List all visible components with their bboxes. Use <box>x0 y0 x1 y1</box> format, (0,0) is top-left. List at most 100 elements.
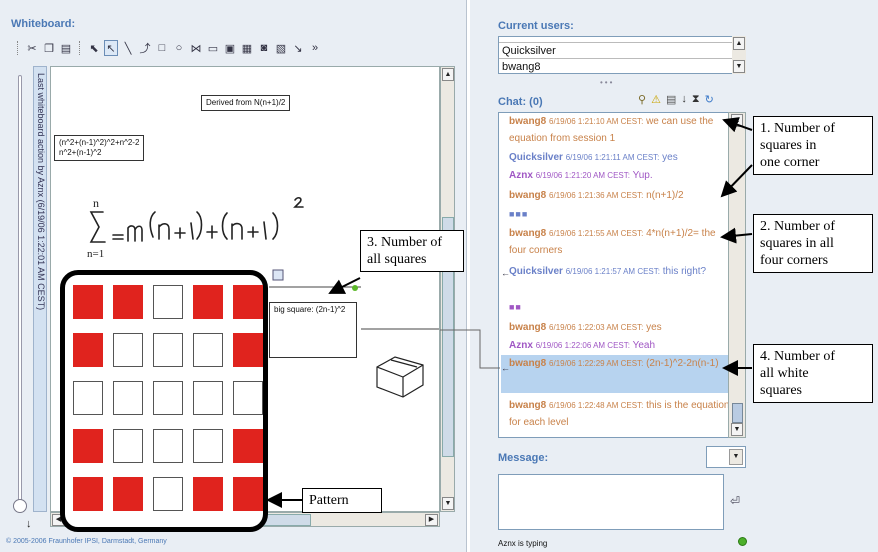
scroll-down-icon[interactable]: ▼ <box>442 497 454 510</box>
ellipse-icon[interactable]: ○ <box>172 40 186 56</box>
derived-textbox[interactable]: Derived from N(n+1)/2 <box>201 95 291 111</box>
chat-author: bwang8 <box>509 228 547 239</box>
white-square[interactable] <box>153 429 183 463</box>
big-square-textbox[interactable]: big square: (2n-1)^2 <box>269 302 357 358</box>
annotation-line: all squares <box>367 252 427 267</box>
chat-message: bwang8 6/19/06 1:21:36 AM CEST: n(n+1)/2 <box>509 187 735 204</box>
textbox-icon[interactable]: ▭ <box>206 40 220 56</box>
chat-timestamp: 6/19/06 1:21:11 AM CEST: <box>565 153 660 162</box>
connector-icon[interactable]: ⤴ <box>138 40 152 56</box>
search-icon[interactable]: ⚲ <box>638 93 646 106</box>
group-icon[interactable]: ⋈ <box>189 40 203 56</box>
rectangle-icon[interactable]: □ <box>155 40 169 56</box>
whiteboard-ref-marker[interactable]: ■■■ <box>509 209 528 219</box>
red-square[interactable] <box>233 285 263 319</box>
red-square[interactable] <box>113 477 143 511</box>
download-icon[interactable]: ↓ <box>681 93 687 106</box>
red-square[interactable] <box>233 477 263 511</box>
users-scrollbar[interactable]: ▲ ▼ <box>732 36 746 74</box>
chat-text: (2n-1)^2-2n(n-1) <box>646 358 719 369</box>
annotation-line: Pattern <box>309 493 349 508</box>
chat-text: yes <box>646 322 662 333</box>
properties-icon[interactable]: ▧ <box>274 40 288 56</box>
scroll-up-icon[interactable]: ▲ <box>731 114 743 127</box>
panel-divider[interactable]: ••• <box>600 78 614 87</box>
toolbar-separator <box>79 41 81 55</box>
scrollbar-thumb[interactable] <box>732 403 743 423</box>
red-square[interactable] <box>73 477 103 511</box>
more-icon[interactable]: » <box>308 40 322 56</box>
arrow-down-icon[interactable]: ↓ <box>26 518 32 530</box>
refresh-icon[interactable]: ↻ <box>705 93 714 106</box>
chat-timestamp: 6/19/06 1:21:57 AM CEST: <box>565 267 660 276</box>
red-square[interactable] <box>73 333 103 367</box>
whiteboard-vertical-scrollbar[interactable]: ▲ ▼ <box>440 66 455 512</box>
resize-handle[interactable] <box>272 269 284 281</box>
handwritten-formula <box>89 197 304 243</box>
camera-icon[interactable]: ◙ <box>257 40 271 56</box>
white-square[interactable] <box>193 333 223 367</box>
annotation-line: 4. Number of <box>760 349 836 364</box>
zoom-slider[interactable] <box>12 75 28 515</box>
chat-message-selected[interactable]: bwang8 6/19/06 1:22:29 AM CEST: (2n-1)^2… <box>501 355 745 393</box>
annotation-one-corner: 1. Number of squares in one corner <box>753 116 873 175</box>
white-square[interactable] <box>193 429 223 463</box>
print-icon[interactable]: ▤ <box>666 93 676 106</box>
pointer-icon[interactable]: ↖ <box>104 40 118 56</box>
hourglass-icon[interactable]: ⧗ <box>692 93 700 106</box>
calendar-icon[interactable]: ▦ <box>240 40 254 56</box>
whiteboard-ref-marker[interactable]: ■■ <box>509 302 522 312</box>
formula-textbox[interactable]: (n^2+(n-1)^2)^2+n^2-2 n^2+(n-1)^2 <box>54 135 145 161</box>
copy-icon[interactable]: ❐ <box>42 40 56 56</box>
paste-icon[interactable]: ▤ <box>59 40 73 56</box>
white-square[interactable] <box>113 381 143 415</box>
red-square[interactable] <box>233 333 263 367</box>
red-square[interactable] <box>73 285 103 319</box>
chat-message: Quicksilver 6/19/06 1:21:57 AM CEST: thi… <box>509 263 735 280</box>
wand-icon[interactable]: ↘ <box>291 40 305 56</box>
chat-scrollbar[interactable]: ▲ ▼ <box>728 112 746 438</box>
annotation-white-squares: 4. Number of all white squares <box>753 344 873 403</box>
scroll-down-icon[interactable]: ▼ <box>731 423 743 436</box>
zoom-slider-knob[interactable] <box>13 499 27 513</box>
scroll-right-icon[interactable]: ▶ <box>425 514 438 526</box>
red-square[interactable] <box>73 429 103 463</box>
red-square[interactable] <box>113 285 143 319</box>
chat-message: Quicksilver 6/19/06 1:21:11 AM CEST: yes <box>509 149 735 166</box>
connector-handle[interactable] <box>352 285 358 291</box>
chat-author: Aznx <box>509 170 533 181</box>
chat-timestamp: 6/19/06 1:21:20 AM CEST: <box>535 171 630 180</box>
white-square[interactable] <box>233 381 263 415</box>
red-square[interactable] <box>193 477 223 511</box>
scroll-down-icon[interactable]: ▼ <box>733 60 745 73</box>
select-icon[interactable]: ⬉ <box>87 40 101 56</box>
white-square[interactable] <box>193 381 223 415</box>
current-users-title: Current users: <box>498 20 574 32</box>
annotation-four-corners: 2. Number of squares in all four corners <box>753 214 873 273</box>
white-square[interactable] <box>153 477 183 511</box>
chat-message: Aznx 6/19/06 1:21:20 AM CEST: Yup. <box>509 167 735 184</box>
send-icon[interactable]: ⏎ <box>730 494 740 508</box>
scroll-up-icon[interactable]: ▲ <box>442 68 454 81</box>
line-icon[interactable]: ╲ <box>121 40 135 56</box>
scroll-up-icon[interactable]: ▲ <box>733 37 745 50</box>
white-square[interactable] <box>113 429 143 463</box>
toolbar-separator <box>17 41 19 55</box>
white-square[interactable] <box>113 333 143 367</box>
message-options-dropdown[interactable]: ▼ <box>706 446 746 468</box>
last-action-text: Last whiteboard action by Aznx (6/19/06 … <box>36 73 46 311</box>
message-input[interactable] <box>498 474 724 530</box>
white-square[interactable] <box>153 381 183 415</box>
red-square[interactable] <box>193 285 223 319</box>
warning-icon[interactable]: ⚠ <box>651 93 661 106</box>
image-icon[interactable]: ▣ <box>223 40 237 56</box>
annotation-line: 1. Number of <box>760 121 836 136</box>
scissors-icon[interactable]: ✂ <box>25 40 39 56</box>
user-row[interactable]: bwang8 <box>499 59 745 73</box>
chevron-down-icon[interactable]: ▼ <box>729 449 743 465</box>
white-square[interactable] <box>73 381 103 415</box>
white-square[interactable] <box>153 333 183 367</box>
user-row[interactable]: Quicksilver <box>499 43 745 59</box>
red-square[interactable] <box>233 429 263 463</box>
white-square[interactable] <box>153 285 183 319</box>
